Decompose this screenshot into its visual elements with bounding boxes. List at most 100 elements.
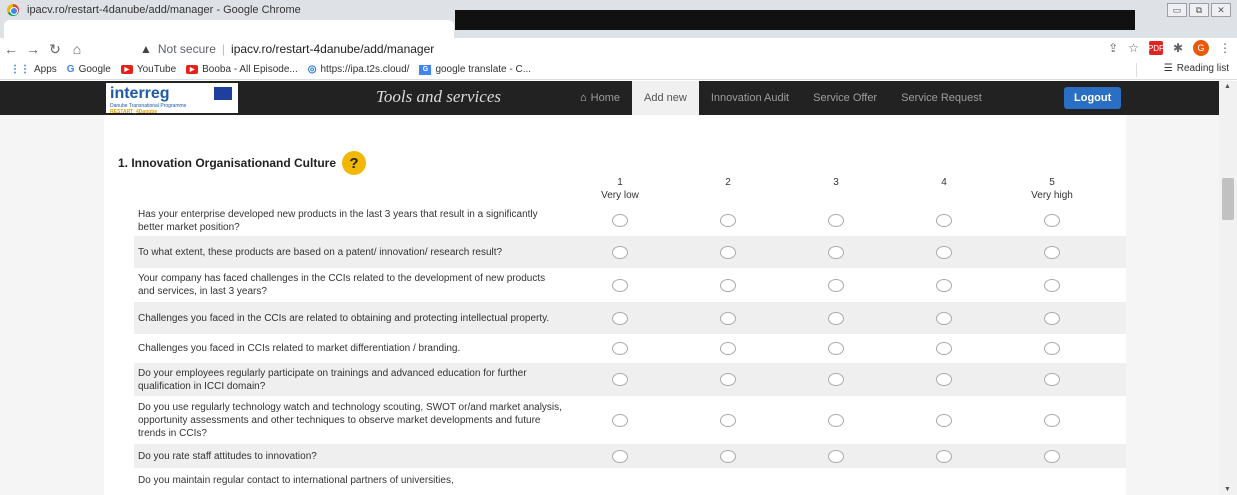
scroll-up-icon[interactable]: ▲ <box>1224 83 1231 90</box>
pdf-extension-icon[interactable]: PDF <box>1148 41 1164 55</box>
rating-radio-4[interactable] <box>936 449 952 463</box>
question-row: To what extent, these products are based… <box>134 236 1126 268</box>
bookmark-youtube[interactable]: ▶ YouTube <box>120 64 176 75</box>
rating-radio-3[interactable] <box>828 413 844 427</box>
rating-radio-2[interactable] <box>720 373 736 386</box>
rating-radio-2[interactable] <box>720 278 736 292</box>
page-scrollbar[interactable]: ▲ ▼ <box>1219 81 1237 495</box>
rating-radio-5[interactable] <box>1044 373 1060 386</box>
rating-radio-4[interactable] <box>936 278 952 292</box>
bookmark-apps[interactable]: ⋮⋮ Apps <box>10 64 57 75</box>
bookmark-google[interactable]: G Google <box>67 64 111 75</box>
window-title: ipacv.ro/restart-4danube/add/manager - G… <box>27 4 301 16</box>
rating-radio-4[interactable] <box>936 311 952 325</box>
rating-radio-2[interactable] <box>720 311 736 325</box>
nav-home[interactable]: ⌂ Home <box>568 81 632 115</box>
rating-radio-1[interactable] <box>612 278 628 292</box>
scrollbar-thumb[interactable] <box>1222 178 1234 220</box>
scroll-down-icon[interactable]: ▼ <box>1224 486 1231 493</box>
back-icon[interactable]: ← <box>0 41 22 57</box>
security-label: Not secure <box>157 42 216 56</box>
rating-options <box>566 214 1106 227</box>
bookmark-booba[interactable]: ▶ Booba - All Episode... <box>186 64 298 75</box>
rating-radio-3[interactable] <box>828 342 844 355</box>
rating-radio-1[interactable] <box>612 245 628 259</box>
rating-radio-3[interactable] <box>828 449 844 463</box>
rating-radio-5[interactable] <box>1044 342 1060 355</box>
nav-service-offer[interactable]: Service Offer <box>801 81 889 115</box>
youtube-icon: ▶ <box>186 65 199 74</box>
address-bar[interactable]: ▲ Not secure | ipacv.ro/restart-4danube/… <box>140 38 434 60</box>
warning-icon[interactable]: ▲ <box>140 42 152 56</box>
rating-radio-5[interactable] <box>1044 449 1060 463</box>
left-gutter <box>0 115 104 495</box>
scale-col-3: 3 <box>782 176 890 202</box>
profile-avatar[interactable]: G <box>1193 40 1209 56</box>
rating-radio-2[interactable] <box>720 449 736 463</box>
question-text: Challenges you faced in CCIs related to … <box>138 343 461 354</box>
home-icon[interactable]: ⌂ <box>66 41 88 57</box>
forward-icon[interactable]: → <box>22 41 44 57</box>
star-icon[interactable]: ☆ <box>1128 41 1139 55</box>
question-list: Has your enterprise developed new produc… <box>134 205 1126 492</box>
bookmark-label: Google <box>78 64 111 75</box>
rating-radio-2[interactable] <box>720 214 736 227</box>
rating-radio-3[interactable] <box>828 311 844 325</box>
interreg-logo[interactable]: interreg Danube Transnational Programme … <box>106 83 238 115</box>
rating-radio-3[interactable] <box>828 278 844 292</box>
rating-radio-5[interactable] <box>1044 413 1060 427</box>
restore-icon[interactable]: ⧉ <box>1189 3 1209 17</box>
active-tab[interactable] <box>4 20 454 38</box>
rating-radio-1[interactable] <box>612 413 628 427</box>
rating-radio-3[interactable] <box>828 214 844 227</box>
reload-icon[interactable]: ↻ <box>44 41 66 58</box>
question-row: Do you use regularly technology watch an… <box>134 396 1126 444</box>
eu-flag-icon <box>214 87 232 100</box>
rating-radio-1[interactable] <box>612 373 628 386</box>
rating-options <box>566 449 1106 463</box>
logo-project: RESTART_4Danube <box>110 109 158 115</box>
rating-radio-4[interactable] <box>936 245 952 259</box>
rating-radio-2[interactable] <box>720 413 736 427</box>
bookmark-label: google translate - C... <box>435 64 532 75</box>
rating-radio-5[interactable] <box>1044 245 1060 259</box>
share-icon[interactable]: ⇪ <box>1108 41 1118 55</box>
rating-radio-1[interactable] <box>612 311 628 325</box>
reading-list-button[interactable]: ☰ Reading list <box>1164 63 1229 74</box>
menu-icon[interactable]: ⋮ <box>1219 41 1231 55</box>
help-icon[interactable]: ? <box>342 151 367 175</box>
rating-radio-1[interactable] <box>612 342 628 355</box>
site-navbar: interreg Danube Transnational Programme … <box>0 81 1219 115</box>
nav-innovation-audit[interactable]: Innovation Audit <box>699 81 801 115</box>
rating-radio-3[interactable] <box>828 373 844 386</box>
extensions-icon[interactable]: ✱ <box>1173 41 1183 55</box>
question-text: Do you rate staff attitudes to innovatio… <box>138 450 317 462</box>
nav-add-new[interactable]: Add new <box>632 81 699 115</box>
bookmark-ipa[interactable]: ◎ https://ipa.t2s.cloud/ <box>308 64 410 75</box>
url-text[interactable]: ipacv.ro/restart-4danube/add/manager <box>231 42 434 56</box>
rating-radio-2[interactable] <box>720 245 736 259</box>
omnibox-divider: | <box>221 42 226 56</box>
rating-radio-1[interactable] <box>612 449 628 463</box>
rating-radio-5[interactable] <box>1044 278 1060 292</box>
minimize-icon[interactable]: ▭ <box>1167 3 1187 17</box>
question-text: Do your employees regularly participate … <box>138 367 527 392</box>
question-text: Do you use regularly technology watch an… <box>138 401 562 439</box>
rating-radio-4[interactable] <box>936 413 952 427</box>
bookmark-label: Apps <box>34 64 57 75</box>
logout-button[interactable]: Logout <box>1064 87 1122 109</box>
rating-radio-4[interactable] <box>936 214 952 227</box>
rating-radio-2[interactable] <box>720 342 736 355</box>
bookmark-translate[interactable]: G google translate - C... <box>419 64 531 75</box>
nav-service-request[interactable]: Service Request <box>889 81 994 115</box>
reading-list-label: Reading list <box>1176 63 1229 74</box>
close-icon[interactable]: ✕ <box>1211 3 1231 17</box>
reading-list-icon: ☰ <box>1163 63 1173 74</box>
rating-radio-5[interactable] <box>1044 214 1060 227</box>
rating-radio-4[interactable] <box>936 373 952 386</box>
rating-radio-1[interactable] <box>612 214 628 227</box>
rating-radio-5[interactable] <box>1044 311 1060 325</box>
rating-radio-3[interactable] <box>828 245 844 259</box>
section-title-text: 1. Innovation Organisationand Culture <box>118 156 337 170</box>
rating-radio-4[interactable] <box>936 342 952 355</box>
